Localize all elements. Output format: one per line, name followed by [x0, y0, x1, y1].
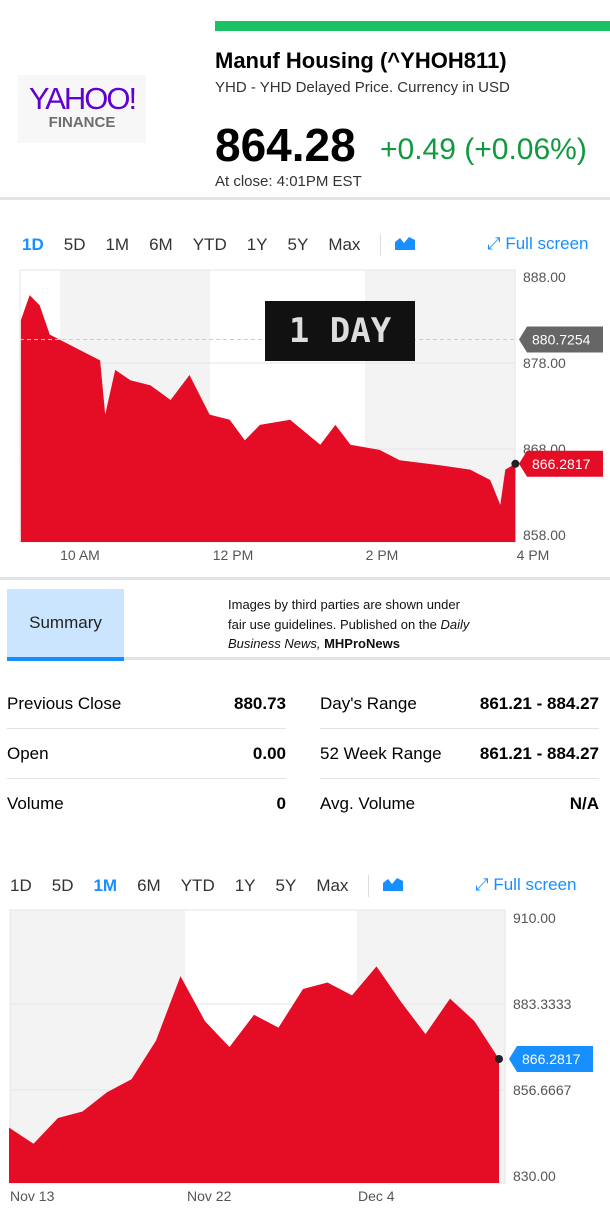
range-tab-max[interactable]: Max — [316, 876, 348, 896]
divider — [0, 197, 610, 200]
fullscreen-button-2[interactable]: ⤢ Full screen — [475, 875, 576, 895]
price-change-bar — [215, 21, 610, 31]
y-tick-label: 888.00 — [523, 269, 566, 285]
y-tick-label: 883.3333 — [513, 996, 572, 1012]
x-tick-label: Dec 4 — [358, 1188, 395, 1204]
x-tick-label: 10 AM — [60, 547, 100, 563]
price-tag-label: 866.2817 — [532, 456, 591, 472]
page-title: Manuf Housing (^YHOH811) — [215, 48, 507, 73]
monthly-chart[interactable]: 910.00 883.3333 856.6667 830.00 Nov 13 Nov 22… — [0, 905, 610, 1222]
fullscreen-button[interactable]: ⤢ Full screen — [487, 234, 588, 254]
range-tab-1y[interactable]: 1Y — [247, 235, 268, 255]
stat-row: Open 0.00 — [7, 730, 286, 779]
expand-icon: ⤢ — [487, 234, 501, 253]
stat-row: Avg. Volume N/A — [320, 780, 599, 828]
range-tab-5d[interactable]: 5D — [52, 876, 74, 896]
stat-row: 52 Week Range 861.21 - 884.27 — [320, 730, 599, 779]
yahoo-finance-logo: YAHOO! FINANCE — [18, 75, 146, 143]
y-tick-label: 830.00 — [513, 1168, 556, 1184]
stat-value: 0.00 — [252, 744, 286, 763]
area-chart-icon[interactable] — [395, 235, 416, 255]
divider — [124, 657, 610, 660]
y-tick-label: 878.00 — [523, 355, 566, 371]
last-price-dot — [511, 459, 520, 468]
x-tick-label: 12 PM — [213, 547, 253, 563]
y-tick-label: 910.00 — [513, 910, 556, 926]
stat-row: Day's Range 861.21 - 884.27 — [320, 680, 599, 729]
range-tab-5y[interactable]: 5Y — [276, 876, 297, 896]
price-tag-label: 880.7254 — [532, 332, 591, 348]
x-tick-label: Nov 13 — [10, 1188, 55, 1204]
separator — [368, 875, 370, 897]
stat-label: Day's Range — [320, 694, 417, 713]
fair-use-notice: Images by third parties are shown under f… — [228, 597, 470, 651]
current-price: 864.28 — [215, 119, 356, 171]
range-tab-1m[interactable]: 1M — [105, 235, 129, 255]
range-tab-1d[interactable]: 1D — [10, 876, 32, 896]
range-tabs-1m: 1D 5D 1M 6M YTD 1Y 5Y Max — [10, 875, 423, 897]
stat-value: N/A — [569, 794, 599, 813]
range-tab-6m[interactable]: 6M — [137, 876, 161, 896]
stat-label: Previous Close — [7, 694, 122, 713]
x-tick-label: 2 PM — [366, 547, 399, 563]
expand-icon: ⤢ — [475, 875, 489, 894]
area-chart-icon[interactable] — [383, 876, 404, 896]
range-tab-5y[interactable]: 5Y — [288, 235, 309, 255]
y-tick-label: 856.6667 — [513, 1082, 572, 1098]
stat-label: Open — [7, 744, 49, 763]
range-tab-6m[interactable]: 6M — [149, 235, 173, 255]
last-price-dot — [495, 1054, 503, 1063]
stat-value: 861.21 - 884.27 — [479, 744, 599, 763]
x-tick-label: Nov 22 — [187, 1188, 232, 1204]
y-tick-label: 858.00 — [523, 527, 566, 543]
range-tab-max[interactable]: Max — [328, 235, 360, 255]
stat-row: Volume 0 — [7, 780, 286, 828]
stat-value: 0 — [276, 794, 286, 813]
stat-row: Previous Close 880.73 — [7, 680, 286, 729]
price-tag-label: 866.2817 — [522, 1051, 581, 1067]
close-time: At close: 4:01PM EST — [215, 173, 362, 190]
tab-summary[interactable]: Summary — [7, 589, 124, 661]
range-tab-1y[interactable]: 1Y — [235, 876, 256, 896]
range-tab-1d[interactable]: 1D — [22, 235, 44, 255]
divider — [0, 577, 610, 580]
stat-value: 880.73 — [234, 694, 286, 713]
one-day-overlay: 1 DAY — [265, 301, 415, 361]
range-tab-ytd[interactable]: YTD — [193, 235, 227, 255]
price-change: +0.49 (+0.06%) — [380, 133, 587, 166]
x-tick-label: 4 PM — [517, 547, 550, 563]
range-tab-ytd[interactable]: YTD — [181, 876, 215, 896]
quote-subtitle: YHD - YHD Delayed Price. Currency in USD — [215, 79, 510, 96]
range-tabs-1d: 1D 5D 1M 6M YTD 1Y 5Y Max — [22, 234, 435, 256]
stat-value: 861.21 - 884.27 — [479, 694, 599, 713]
stat-label: Avg. Volume — [320, 794, 416, 813]
range-tab-5d[interactable]: 5D — [64, 235, 86, 255]
range-tab-1m[interactable]: 1M — [93, 876, 117, 896]
stat-label: Volume — [7, 794, 64, 813]
stat-label: 52 Week Range — [320, 744, 442, 763]
separator — [380, 234, 382, 256]
